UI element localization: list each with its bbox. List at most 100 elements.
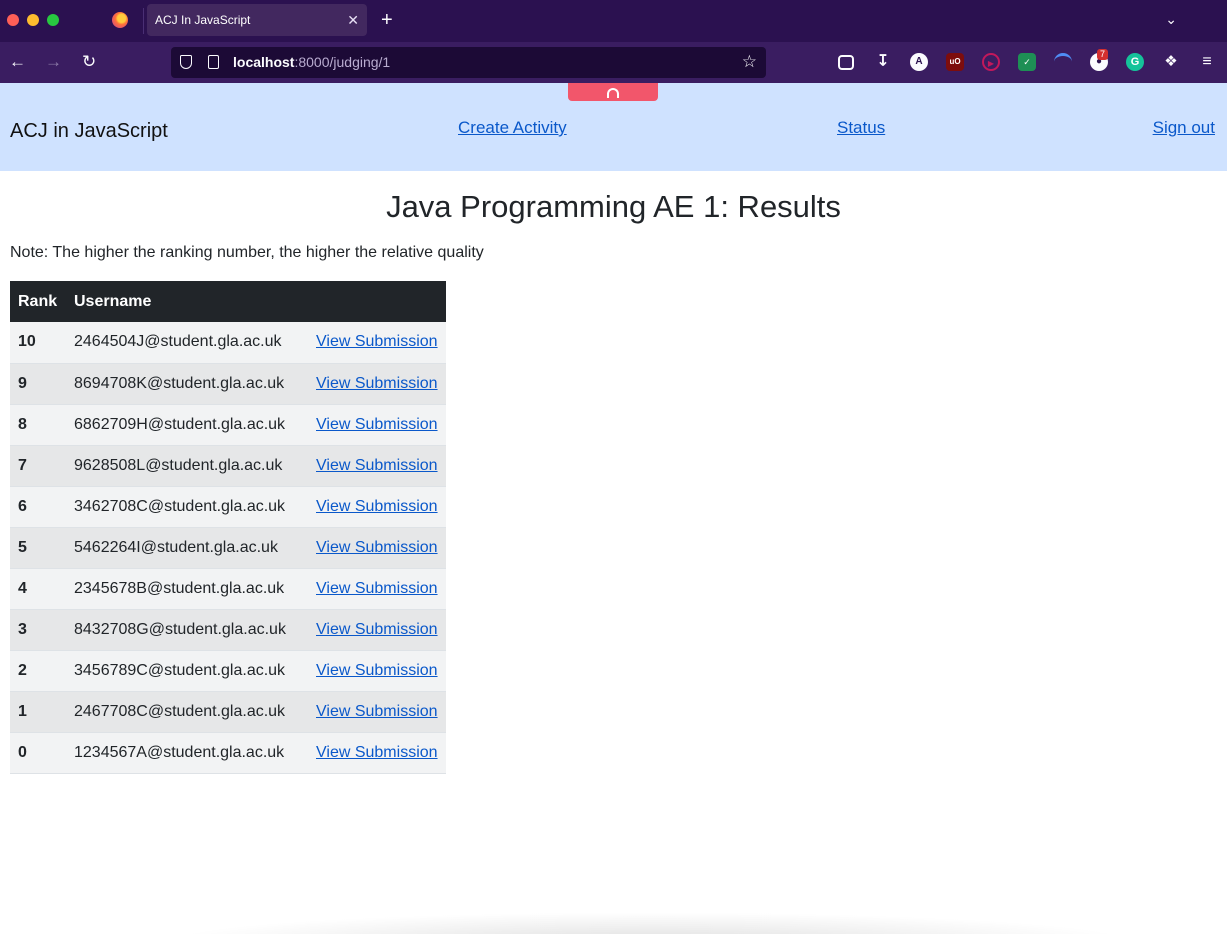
rank-cell: 10 <box>10 322 66 364</box>
table-row: 1 2467708C@student.gla.ac.uk View Submissi… <box>10 691 446 733</box>
url-host: localhost <box>233 54 295 70</box>
hamburger-menu-icon[interactable]: ≡ <box>1198 53 1216 71</box>
tab-list-chevron-icon[interactable]: ⌄ <box>1165 11 1177 28</box>
table-row: 4 2345678B@student.gla.ac.uk View Submissi… <box>10 568 446 610</box>
table-row: 9 8694708K@student.gla.ac.uk View Submissi… <box>10 363 446 405</box>
view-submission-link[interactable]: View Submission <box>316 744 438 761</box>
arc-extension-icon[interactable] <box>1054 53 1072 71</box>
view-submission-link[interactable]: View Submission <box>316 621 438 638</box>
create-activity-link[interactable]: Create Activity <box>458 118 567 138</box>
username-cell: 2345678B@student.gla.ac.uk <box>66 568 308 610</box>
firefox-view-icon[interactable] <box>112 12 128 28</box>
action-cell: View Submission <box>308 486 446 528</box>
reload-icon[interactable]: ↻ <box>82 52 96 72</box>
rank-cell: 9 <box>10 363 66 405</box>
view-submission-link[interactable]: View Submission <box>316 703 438 720</box>
rank-cell: 3 <box>10 609 66 651</box>
extension-badge: 7 <box>1097 49 1109 60</box>
action-cell: View Submission <box>308 732 446 774</box>
table-row: 5 5462264I@student.gla.ac.uk View Submissi… <box>10 527 446 569</box>
action-cell: View Submission <box>308 650 446 692</box>
username-cell: 8432708G@student.gla.ac.uk <box>66 609 308 651</box>
browser-nav-bar: ← → ↻ localhost:8000/judging/1 ☆ ↧ A uO … <box>0 42 1227 83</box>
window-close-button[interactable] <box>7 14 19 26</box>
status-link[interactable]: Status <box>837 118 885 138</box>
table-row: 2 3456789C@student.gla.ac.uk View Submissi… <box>10 650 446 692</box>
back-arrow-icon[interactable]: ← <box>9 52 26 72</box>
rank-cell: 5 <box>10 527 66 569</box>
site-brand[interactable]: ACJ in JavaScript <box>10 120 168 143</box>
view-submission-link[interactable]: View Submission <box>316 498 438 515</box>
table-row: 0 1234567A@student.gla.ac.uk View Submissi… <box>10 732 446 774</box>
extensions-puzzle-icon[interactable]: ❖ <box>1162 53 1180 71</box>
view-submission-link[interactable]: View Submission <box>316 580 438 597</box>
column-header-rank: Rank <box>10 281 66 322</box>
forward-arrow-icon[interactable]: → <box>45 52 62 72</box>
view-submission-link[interactable]: View Submission <box>316 333 438 350</box>
privacy-extension-icon[interactable]: ✓ <box>1018 53 1036 71</box>
table-header-row: Rank Username <box>10 281 446 322</box>
table-row: 7 9628508L@student.gla.ac.uk View Submissi… <box>10 445 446 487</box>
downloads-icon[interactable]: ↧ <box>874 53 892 71</box>
column-header-action <box>308 281 446 322</box>
ranking-note: Note: The higher the ranking number, the… <box>10 244 484 261</box>
toolbar-pull-tab[interactable] <box>568 83 658 101</box>
grammarly-icon[interactable]: G <box>1126 53 1144 71</box>
rank-cell: 8 <box>10 404 66 446</box>
url-path: :8000/judging/1 <box>294 54 391 70</box>
tab-close-icon[interactable]: ✕ <box>347 4 359 36</box>
rank-cell: 7 <box>10 445 66 487</box>
window-minimize-button[interactable] <box>27 14 39 26</box>
action-cell: View Submission <box>308 527 446 569</box>
username-cell: 9628508L@student.gla.ac.uk <box>66 445 308 487</box>
media-extension-icon[interactable]: ▶ <box>982 53 1000 71</box>
page-title: Java Programming AE 1: Results <box>386 189 841 224</box>
url-text[interactable]: localhost:8000/judging/1 <box>233 47 390 78</box>
username-cell: 6862709H@student.gla.ac.uk <box>66 404 308 446</box>
view-submission-link[interactable]: View Submission <box>316 539 438 556</box>
bookmark-star-icon[interactable]: ☆ <box>742 52 757 72</box>
results-table: Rank Username 10 2464504J@student.gla.ac.… <box>10 281 446 774</box>
username-cell: 5462264I@student.gla.ac.uk <box>66 527 308 569</box>
table-row: 10 2464504J@student.gla.ac.uk View Submiss… <box>10 322 446 364</box>
sign-out-link[interactable]: Sign out <box>1153 118 1215 138</box>
tab-title: ACJ In JavaScript <box>155 13 251 27</box>
action-cell: View Submission <box>308 404 446 446</box>
bottom-shadow <box>160 912 1140 934</box>
action-cell: View Submission <box>308 322 446 364</box>
action-cell: View Submission <box>308 445 446 487</box>
view-submission-link[interactable]: View Submission <box>316 375 438 392</box>
table-row: 3 8432708G@student.gla.ac.uk View Submissi… <box>10 609 446 651</box>
tracking-shield-icon[interactable] <box>180 55 192 69</box>
pocket-icon[interactable] <box>838 55 854 70</box>
view-submission-link[interactable]: View Submission <box>316 457 438 474</box>
account-extension-icon[interactable]: A <box>910 53 928 71</box>
rank-cell: 4 <box>10 568 66 610</box>
username-cell: 2467708C@student.gla.ac.uk <box>66 691 308 733</box>
rank-cell: 6 <box>10 486 66 528</box>
action-cell: View Submission <box>308 363 446 405</box>
username-cell: 3456789C@student.gla.ac.uk <box>66 650 308 692</box>
window-maximize-button[interactable] <box>47 14 59 26</box>
username-cell: 8694708K@student.gla.ac.uk <box>66 363 308 405</box>
view-submission-link[interactable]: View Submission <box>316 416 438 433</box>
rank-cell: 2 <box>10 650 66 692</box>
rank-cell: 1 <box>10 691 66 733</box>
browser-tab-bar: ACJ In JavaScript ✕ + ⌄ <box>0 0 1227 42</box>
rank-cell: 0 <box>10 732 66 774</box>
url-bar[interactable]: localhost:8000/judging/1 ☆ <box>171 47 766 78</box>
action-cell: View Submission <box>308 568 446 610</box>
column-header-username: Username <box>66 281 308 322</box>
table-row: 6 3462708C@student.gla.ac.uk View Submissi… <box>10 486 446 528</box>
action-cell: View Submission <box>308 609 446 651</box>
action-cell: View Submission <box>308 691 446 733</box>
view-submission-link[interactable]: View Submission <box>316 662 438 679</box>
ublock-icon[interactable]: uO <box>946 53 964 71</box>
new-tab-button[interactable]: + <box>381 8 393 32</box>
username-cell: 1234567A@student.gla.ac.uk <box>66 732 308 774</box>
page-info-icon[interactable] <box>208 55 219 69</box>
username-cell: 3462708C@student.gla.ac.uk <box>66 486 308 528</box>
tab-divider <box>143 8 144 34</box>
browser-tab-active[interactable]: ACJ In JavaScript ✕ <box>147 4 367 36</box>
arc-icon <box>607 88 619 98</box>
